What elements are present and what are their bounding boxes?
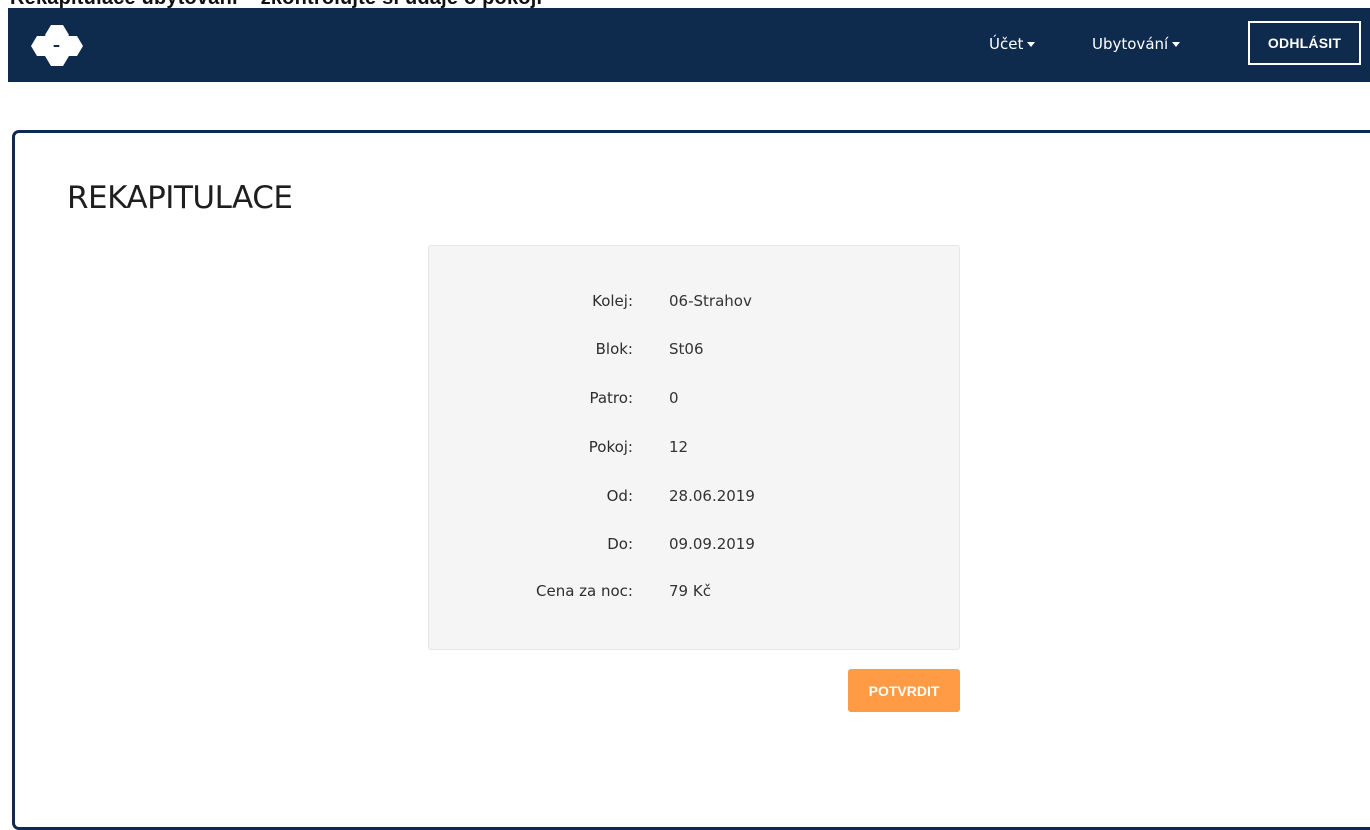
page-title: REKAPITULACE [67,180,293,216]
summary-label: Blok: [595,340,633,358]
caret-down-icon [1027,42,1036,47]
logout-button[interactable]: ODHLÁSIT [1248,21,1361,65]
summary-label: Do: [607,535,633,553]
cropped-heading-strip: Rekapitulace ubytování – zkontrolujte si… [0,0,1370,8]
recap-panel: REKAPITULACE Kolej: 06-Strahov Blok: St0… [12,130,1370,830]
summary-label: Od: [606,487,633,505]
nav-dropdown-account[interactable]: Účet [989,35,1036,53]
summary-value: 09.09.2019 [669,535,755,553]
summary-value: 28.06.2019 [669,487,755,505]
summary-label: Cena za noc: [536,582,633,600]
top-navbar: Účet Ubytování ODHLÁSIT [8,8,1370,82]
summary-row-price-per-night: Cena za noc: 79 Kč [429,582,959,606]
cropped-heading: Rekapitulace ubytování – zkontrolujte si… [10,0,542,8]
summary-row-dormitory: Kolej: 06-Strahov [429,292,959,316]
summary-row-room: Pokoj: 12 [429,438,959,462]
summary-value: 0 [669,389,679,407]
summary-value: 12 [669,438,689,456]
hexagon-cluster-logo-icon[interactable] [29,23,91,67]
nav-accommodation-label: Ubytování [1092,35,1169,53]
summary-row-date-to: Do: 09.09.2019 [429,535,959,559]
summary-row-date-from: Od: 28.06.2019 [429,487,959,511]
confirm-button[interactable]: POTVRDIT [848,669,960,712]
nav-account-label: Účet [989,35,1024,53]
summary-label: Pokoj: [588,438,633,456]
nav-dropdown-accommodation[interactable]: Ubytování [1092,35,1181,53]
summary-row-block: Blok: St06 [429,340,959,364]
summary-row-floor: Patro: 0 [429,389,959,413]
summary-label: Kolej: [592,292,633,310]
summary-value: 79 Kč [669,582,711,600]
summary-label: Patro: [589,389,633,407]
caret-down-icon [1172,42,1181,47]
summary-value: St06 [669,340,704,358]
summary-card: Kolej: 06-Strahov Blok: St06 Patro: 0 Po… [428,245,960,650]
summary-value: 06-Strahov [669,292,752,310]
